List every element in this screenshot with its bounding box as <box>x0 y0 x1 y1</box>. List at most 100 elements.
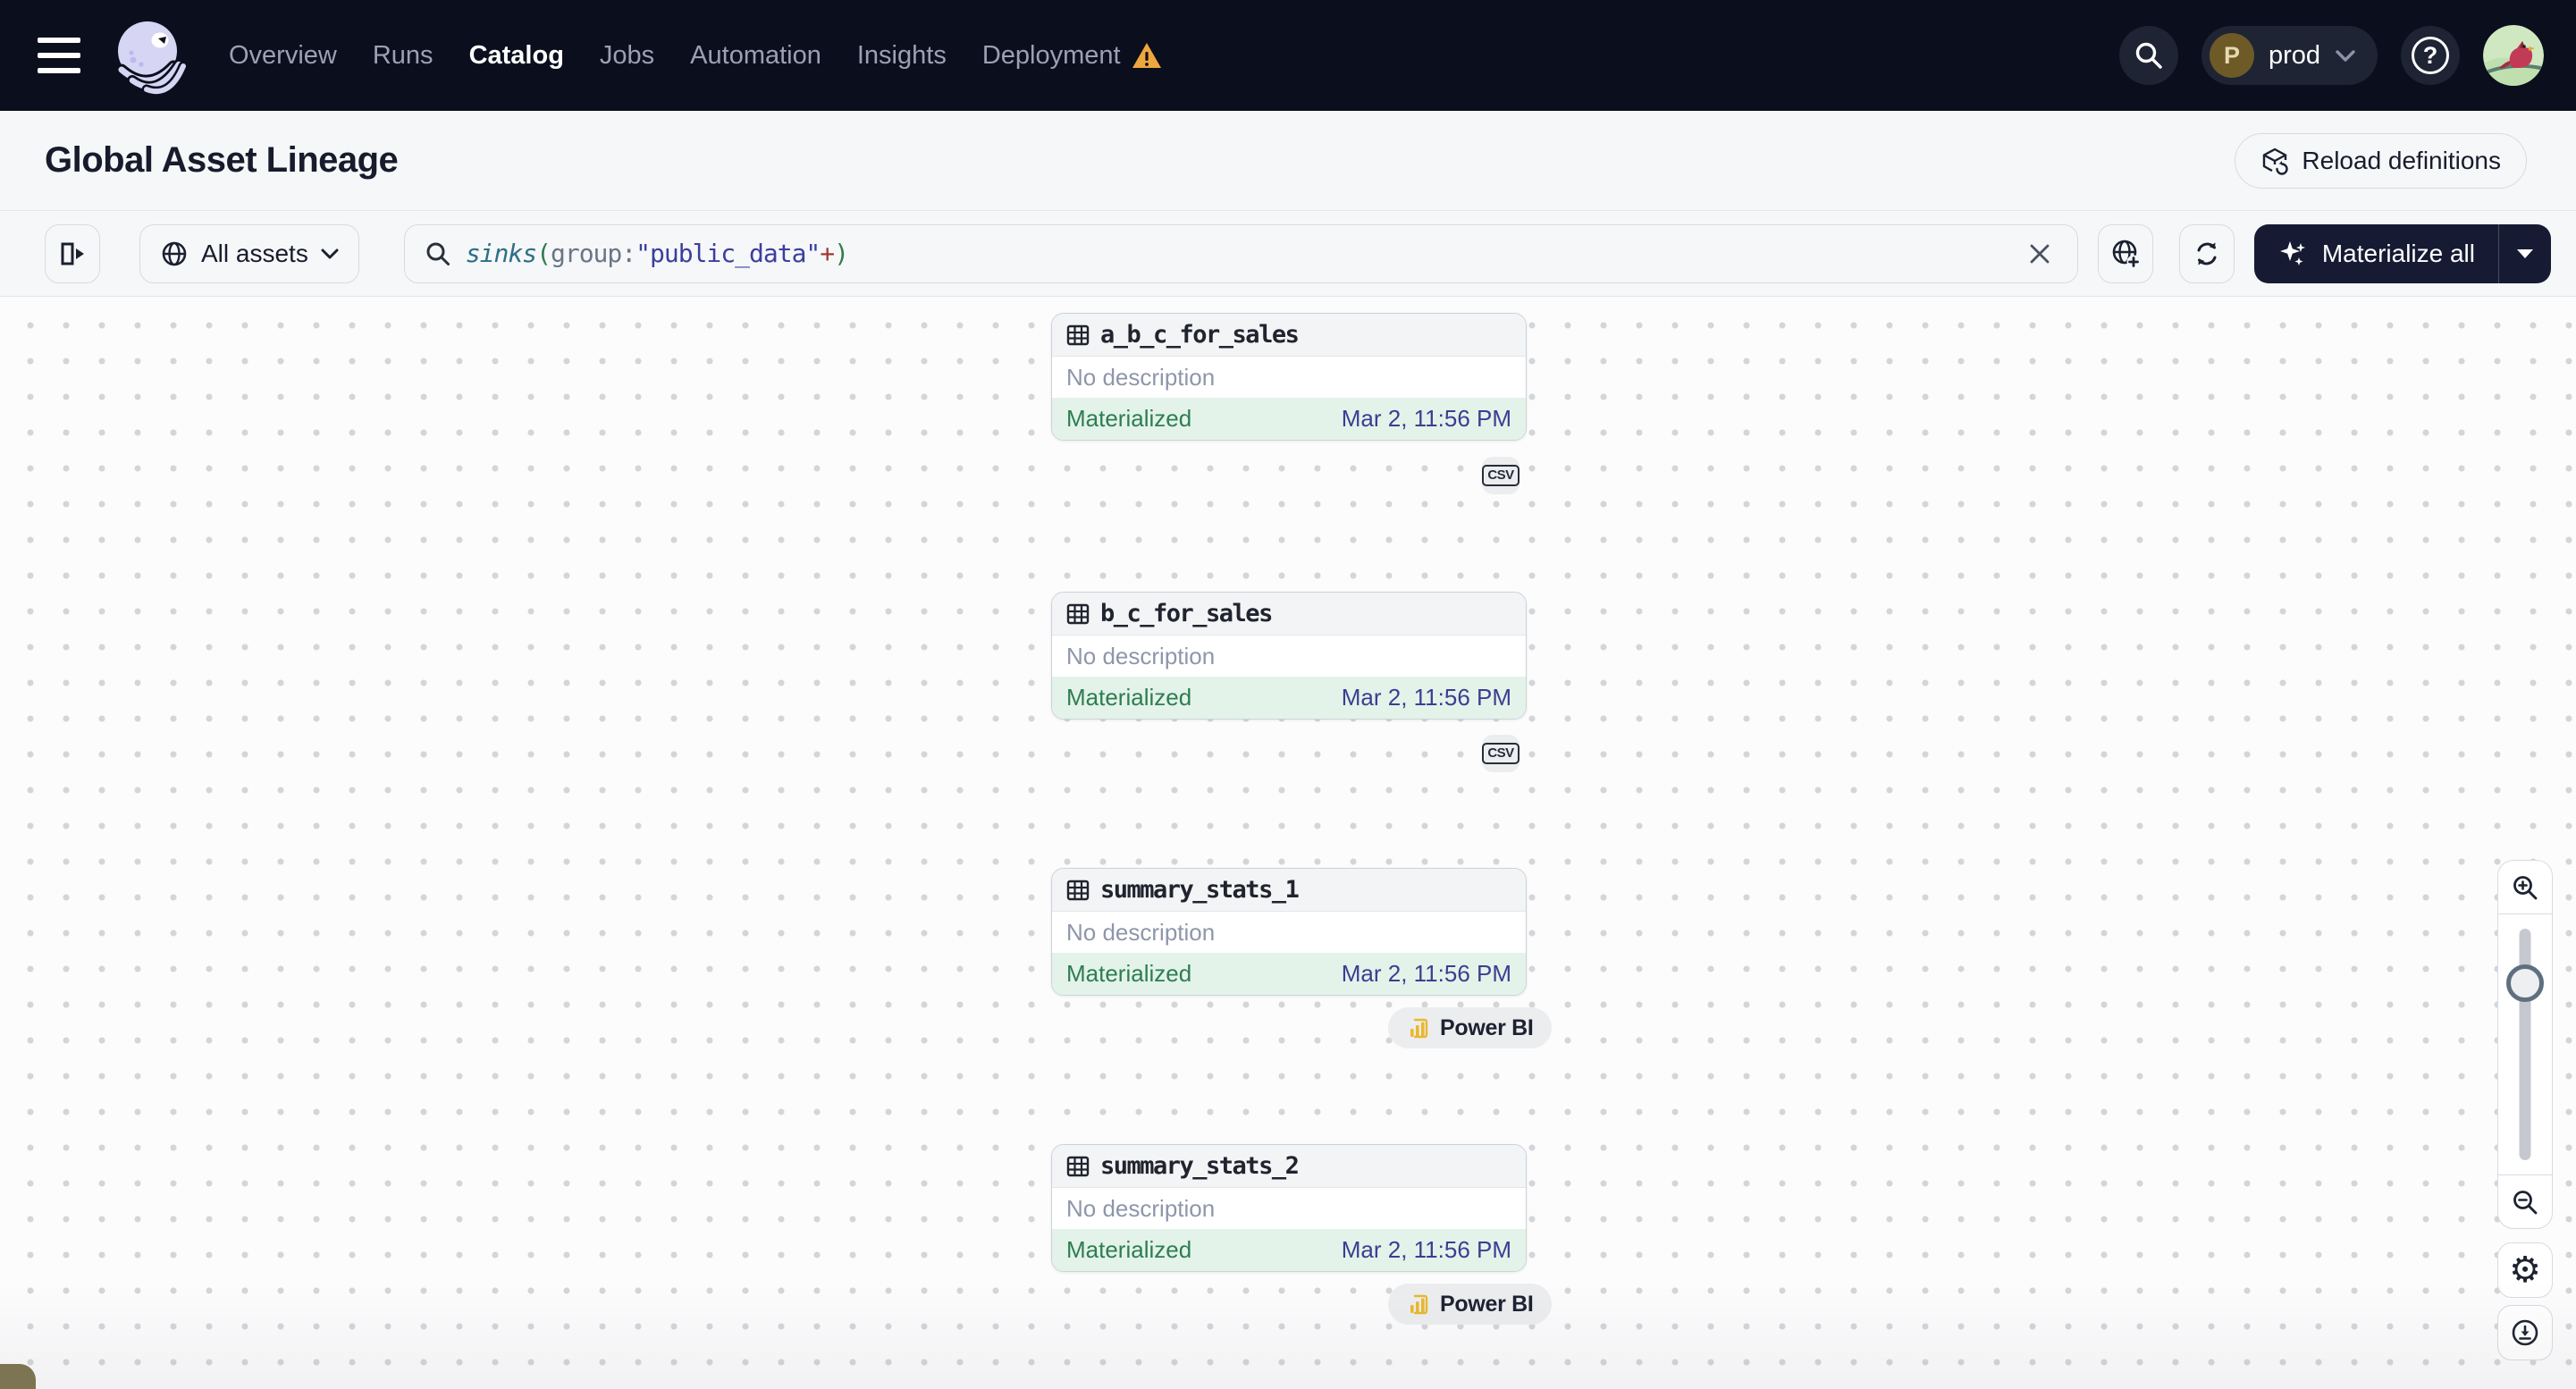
status-badge: Materialized <box>1066 960 1192 987</box>
power-bi-label: Power BI <box>1440 1291 1534 1317</box>
lineage-canvas[interactable]: a_b_c_for_sales No description Materiali… <box>0 297 2576 1389</box>
top-nav: Overview Runs Catalog Jobs Automation In… <box>0 0 2576 111</box>
asset-status-row: Materialized Mar 2, 11:56 PM <box>1052 398 1526 440</box>
table-icon <box>1066 603 1090 624</box>
asset-node-header: a_b_c_for_sales <box>1052 314 1526 357</box>
panel-expand-icon <box>61 242 84 265</box>
csv-icon: CSV <box>1482 465 1520 486</box>
nav-item-overview[interactable]: Overview <box>229 41 337 71</box>
asset-status-row: Materialized Mar 2, 11:56 PM <box>1052 677 1526 719</box>
query-value: "public_data" <box>636 239 821 268</box>
canvas-bottom-shadow <box>0 1282 2576 1389</box>
nav-item-runs[interactable]: Runs <box>373 41 434 71</box>
csv-kind-tag[interactable]: CSV <box>1482 735 1520 772</box>
asset-name: a_b_c_for_sales <box>1100 321 1300 349</box>
globe-icon <box>162 241 187 265</box>
materialize-all-split-button: Materialize all <box>2253 223 2551 283</box>
asset-node-header: summary_stats_2 <box>1052 1145 1526 1188</box>
search-icon <box>426 242 450 265</box>
asset-status-row: Materialized Mar 2, 11:56 PM <box>1052 953 1526 995</box>
nav-item-jobs[interactable]: Jobs <box>600 41 654 71</box>
graph-scope-button[interactable] <box>2097 223 2153 283</box>
materialization-timestamp[interactable]: Mar 2, 11:56 PM <box>1342 684 1511 711</box>
dagster-logo-icon[interactable] <box>107 14 189 97</box>
page-header: Global Asset Lineage Reload definitions <box>0 111 2576 211</box>
query-function: sinks <box>465 239 537 268</box>
lineage-toolbar: All assets sinks(group:"public_data"+) M… <box>0 211 2576 297</box>
status-badge: Materialized <box>1066 1236 1192 1263</box>
search-button[interactable] <box>2118 26 2178 85</box>
csv-icon: CSV <box>1482 743 1520 764</box>
graph-settings-button[interactable]: ⚙ <box>2497 1242 2553 1298</box>
zoom-controls <box>2497 860 2553 1229</box>
environment-switcher[interactable]: P prod <box>2201 26 2378 85</box>
warning-icon <box>1132 43 1161 68</box>
help-icon: ? <box>2412 37 2449 74</box>
clear-query-button[interactable] <box>2020 234 2059 274</box>
nav-item-deployment-label: Deployment <box>981 40 1121 70</box>
asset-status-row: Materialized Mar 2, 11:56 PM <box>1052 1229 1526 1271</box>
materialization-timestamp[interactable]: Mar 2, 11:56 PM <box>1342 960 1511 988</box>
reload-cube-icon <box>2263 147 2289 175</box>
materialization-timestamp[interactable]: Mar 2, 11:56 PM <box>1342 405 1511 433</box>
open-sidebar-button[interactable] <box>45 223 100 283</box>
power-bi-icon <box>1410 1294 1428 1314</box>
help-button[interactable]: ? <box>2401 26 2460 85</box>
power-bi-icon <box>1410 1018 1428 1038</box>
zoom-slider <box>2498 914 2552 1174</box>
asset-scope-dropdown[interactable]: All assets <box>139 223 359 283</box>
zoom-in-button[interactable] <box>2498 861 2552 914</box>
query-attribute: group: <box>550 239 636 268</box>
asset-description: No description <box>1066 1194 1216 1222</box>
zoom-in-icon <box>2513 875 2538 899</box>
power-bi-kind-tag[interactable]: Power BI <box>1388 1007 1552 1048</box>
zoom-out-icon <box>2513 1190 2538 1214</box>
table-icon <box>1066 880 1090 900</box>
zoom-slider-handle[interactable] <box>2506 964 2544 1002</box>
chevron-down-icon <box>2336 50 2355 62</box>
hamburger-menu-icon[interactable] <box>38 38 80 73</box>
asset-description: No description <box>1066 642 1216 669</box>
refresh-button[interactable] <box>2178 223 2235 283</box>
asset-name: summary_stats_2 <box>1100 1152 1300 1180</box>
dagster-app: Overview Runs Catalog Jobs Automation In… <box>0 0 2576 1389</box>
query-open-paren: ( <box>536 239 551 268</box>
chevron-down-icon <box>321 248 339 258</box>
reload-definitions-label: Reload definitions <box>2302 146 2501 174</box>
nav-item-automation[interactable]: Automation <box>690 41 821 71</box>
asset-node-summary-stats-1[interactable]: summary_stats_1 No description Materiali… <box>1051 868 1527 996</box>
close-icon <box>2030 244 2050 263</box>
query-close-paren: ) <box>834 239 849 268</box>
materialization-timestamp[interactable]: Mar 2, 11:56 PM <box>1342 1236 1511 1264</box>
search-icon <box>2135 42 2162 69</box>
nav-item-insights[interactable]: Insights <box>857 41 947 71</box>
environment-avatar: P <box>2209 33 2254 78</box>
environment-name: prod <box>2268 40 2320 70</box>
page-title: Global Asset Lineage <box>45 140 399 180</box>
csv-kind-tag[interactable]: CSV <box>1482 457 1520 494</box>
user-avatar[interactable] <box>2483 25 2544 86</box>
asset-description: No description <box>1066 918 1216 946</box>
reload-definitions-button[interactable]: Reload definitions <box>2235 132 2527 189</box>
table-icon <box>1066 324 1090 345</box>
nav-item-deployment[interactable]: Deployment <box>982 41 1162 71</box>
zoom-out-button[interactable] <box>2498 1174 2552 1228</box>
asset-node-summary-stats-2[interactable]: summary_stats_2 No description Materiali… <box>1051 1144 1527 1272</box>
asset-scope-label: All assets <box>201 239 308 267</box>
status-badge: Materialized <box>1066 684 1192 711</box>
gear-icon: ⚙ <box>2509 1250 2541 1291</box>
asset-node-a-b-c-for-sales[interactable]: a_b_c_for_sales No description Materiali… <box>1051 313 1527 441</box>
download-graph-button[interactable] <box>2497 1305 2553 1360</box>
nav-item-catalog[interactable]: Catalog <box>469 41 564 71</box>
cardinal-avatar-image <box>2483 25 2544 86</box>
asset-node-b-c-for-sales[interactable]: b_c_for_sales No description Materialize… <box>1051 592 1527 720</box>
power-bi-kind-tag[interactable]: Power BI <box>1388 1284 1552 1325</box>
asset-node-header: summary_stats_1 <box>1052 869 1526 912</box>
asset-query-input[interactable]: sinks(group:"public_data"+) <box>403 223 2078 283</box>
refresh-icon <box>2197 242 2217 265</box>
query-text: sinks(group:"public_data"+) <box>465 239 849 268</box>
materialize-all-button[interactable]: Materialize all <box>2254 224 2498 283</box>
zoom-slider-track[interactable] <box>2519 929 2531 1160</box>
caret-down-icon <box>2517 248 2533 258</box>
materialize-options-button[interactable] <box>2499 224 2551 283</box>
